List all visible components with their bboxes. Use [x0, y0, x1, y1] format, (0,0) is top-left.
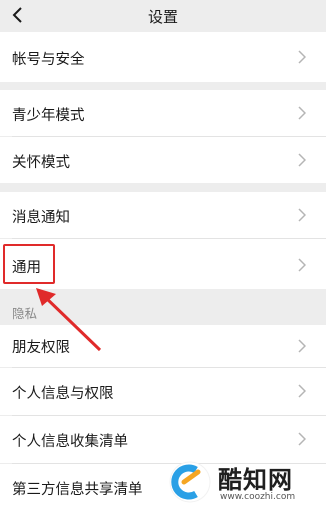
site-logo-icon [169, 461, 211, 503]
chevron-right-icon [298, 153, 306, 167]
settings-item-label: 青少年模式 [12, 108, 85, 124]
settings-item-label: 帐号与安全 [12, 52, 85, 68]
settings-item-label: 个人信息收集清单 [12, 434, 128, 450]
settings-item-label: 第三方信息共享清单 [12, 482, 143, 498]
chevron-right-icon [298, 50, 306, 64]
settings-item-notifications[interactable]: 消息通知 [0, 192, 326, 238]
chevron-right-icon [298, 384, 306, 398]
watermark-title: 酷知网 [218, 466, 293, 494]
settings-item-personal-info-collection[interactable]: 个人信息收集清单 [0, 416, 326, 463]
settings-item-label: 消息通知 [12, 210, 70, 226]
settings-item-account-security[interactable]: 帐号与安全 [0, 32, 326, 82]
settings-item-personal-info-permissions[interactable]: 个人信息与权限 [0, 368, 326, 415]
chevron-right-icon [298, 258, 306, 272]
chevron-right-icon [298, 106, 306, 120]
watermark-url: www.coozhi.com [220, 492, 296, 502]
chevron-right-icon [298, 339, 306, 353]
settings-item-label: 个人信息与权限 [12, 386, 114, 402]
chevron-right-icon [298, 432, 306, 446]
highlight-box [3, 244, 55, 284]
page-title: 设置 [147, 8, 178, 26]
red-arrow-icon [36, 288, 102, 352]
watermark: 酷知网 www.coozhi.com [168, 458, 318, 508]
settings-item-label: 关怀模式 [12, 155, 70, 171]
settings-item-care-mode[interactable]: 关怀模式 [0, 137, 326, 183]
settings-item-teen-mode[interactable]: 青少年模式 [0, 90, 326, 136]
nav-bar: 设置 [0, 0, 326, 30]
chevron-right-icon [298, 208, 306, 222]
